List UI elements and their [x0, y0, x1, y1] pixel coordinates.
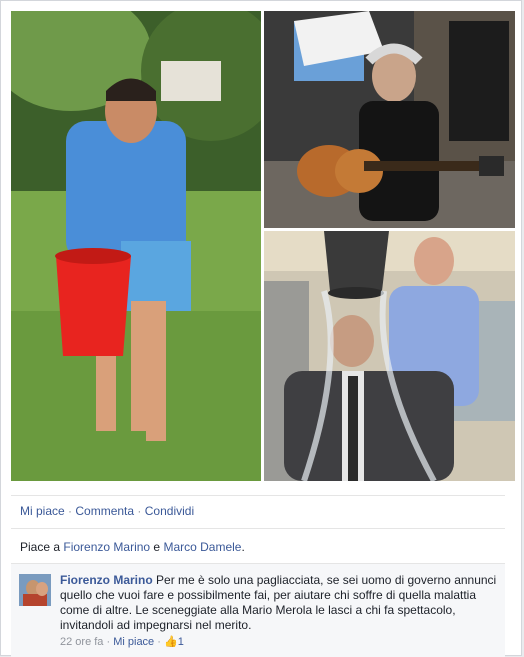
photo-man-red-bucket[interactable] — [11, 11, 261, 481]
comment-body: Fiorenzo Marino Per me è solo una paglia… — [60, 573, 500, 633]
avatar[interactable] — [19, 574, 51, 606]
likes-conj: e — [153, 540, 161, 554]
separator: · — [68, 504, 73, 518]
comment-link[interactable]: Commenta — [75, 504, 134, 518]
post-actions: Mi piace · Commenta · Condividi — [20, 504, 194, 518]
separator: · — [106, 636, 111, 648]
liker-link[interactable]: Marco Damele — [163, 540, 241, 554]
thumbs-up-icon[interactable]: 👍 — [164, 635, 178, 648]
photo-man-guitar[interactable] — [264, 11, 515, 228]
likes-suffix: . — [241, 540, 245, 554]
comment-author[interactable]: Fiorenzo Marino — [60, 573, 153, 587]
like-link[interactable]: Mi piace — [20, 504, 65, 518]
comment-meta: 22 ore fa · Mi piace · 👍1 — [60, 635, 184, 648]
share-link[interactable]: Condividi — [145, 504, 194, 518]
likes-summary: Piace a Fiorenzo Marino e Marco Damele. — [20, 540, 245, 554]
separator: · — [157, 636, 161, 648]
likes-prefix: Piace a — [20, 540, 61, 554]
comment-like-link[interactable]: Mi piace — [113, 636, 154, 648]
divider — [11, 563, 505, 564]
liker-link[interactable]: Fiorenzo Marino — [63, 540, 150, 554]
comment-time[interactable]: 22 ore fa — [60, 636, 103, 648]
separator: · — [137, 504, 142, 518]
divider — [11, 495, 505, 496]
comment-like-count[interactable]: 1 — [178, 636, 184, 648]
photo-man-bucket-dumped[interactable] — [264, 231, 515, 481]
divider — [11, 528, 505, 529]
post-card: Mi piace · Commenta · Condividi Piace a … — [0, 0, 522, 657]
